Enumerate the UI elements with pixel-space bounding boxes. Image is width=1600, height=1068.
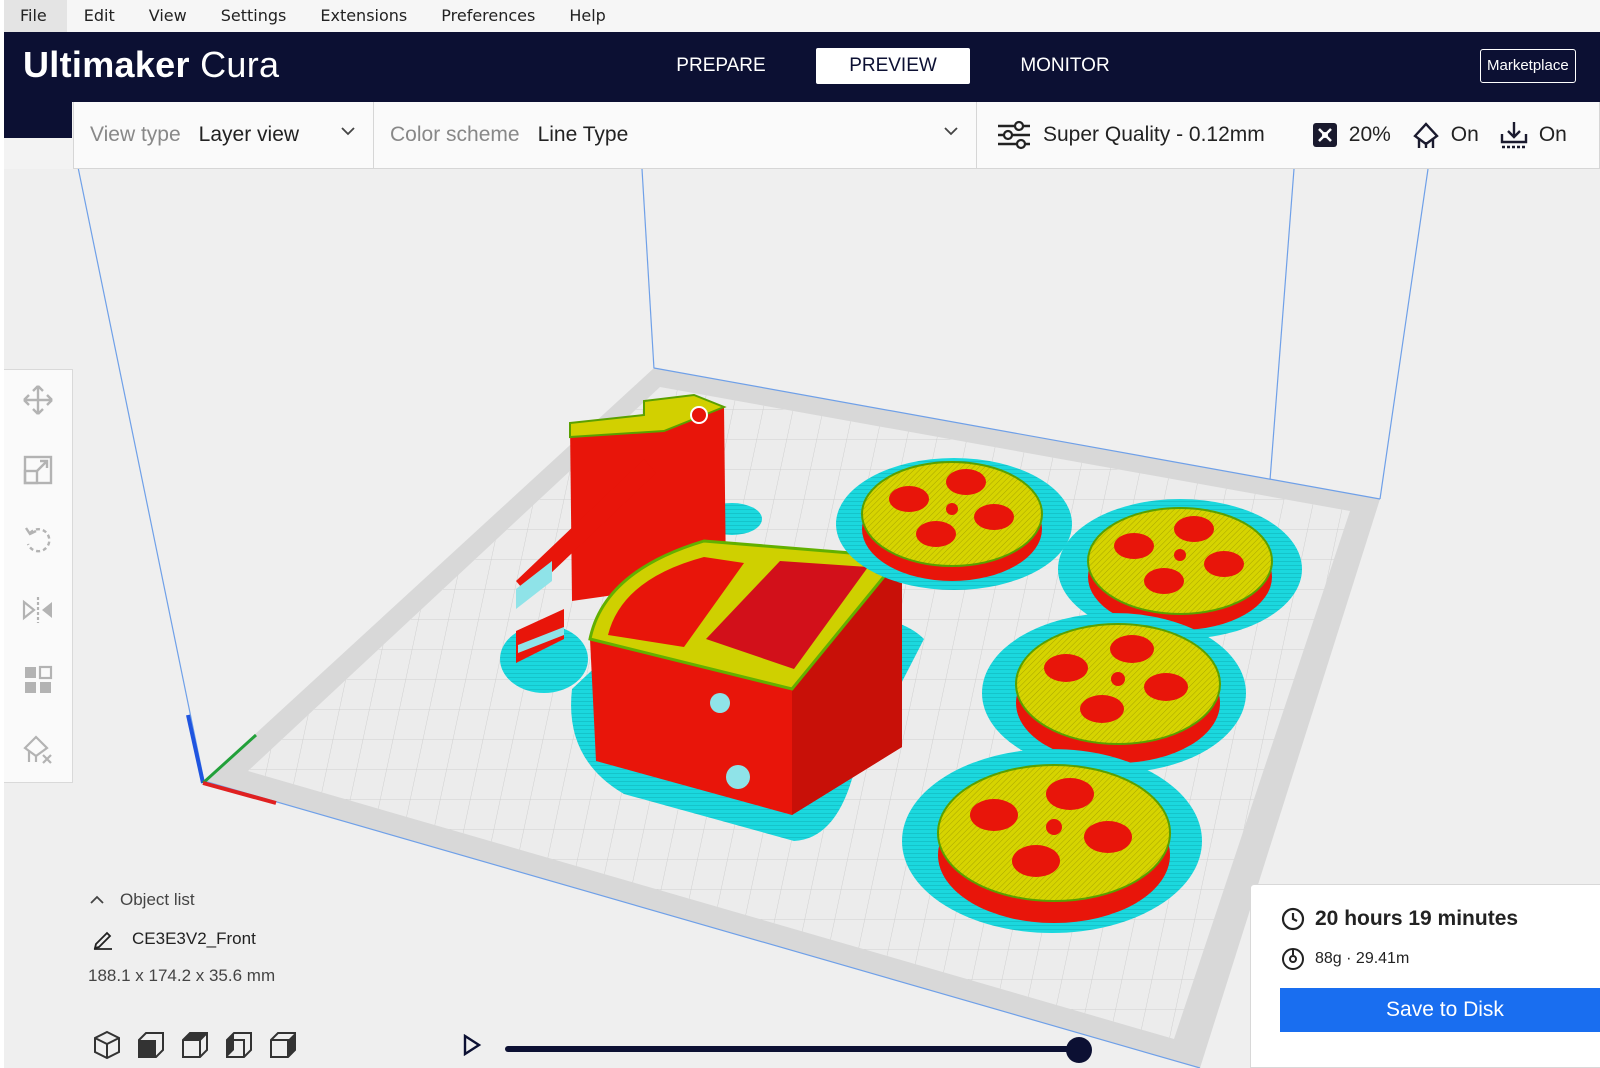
top-view-icon[interactable] — [180, 1030, 210, 1060]
view-type-dropdown[interactable]: View type Layer view — [74, 102, 374, 168]
tab-monitor[interactable]: MONITOR — [988, 48, 1142, 84]
wheel-1 — [836, 458, 1072, 590]
print-time: 20 hours 19 minutes — [1315, 907, 1519, 930]
logo-bold: Ultimaker — [23, 44, 190, 85]
view-type-value: Layer view — [198, 123, 300, 146]
chevron-down-icon — [944, 127, 958, 136]
move-icon[interactable] — [22, 384, 54, 416]
material-usage: 88g · 29.41m — [1315, 950, 1410, 967]
infill-icon — [1312, 123, 1337, 147]
object-name: CE3E3V2_Front — [132, 929, 256, 948]
material-usage-row: 88g · 29.41m — [1281, 947, 1409, 971]
menu-extensions[interactable]: Extensions — [303, 0, 424, 32]
spool-icon — [1282, 948, 1304, 970]
menu-help[interactable]: Help — [552, 0, 622, 32]
support-value: On — [1450, 123, 1479, 146]
print-time-row: 20 hours 19 minutes — [1281, 907, 1518, 931]
logo-light: Cura — [200, 44, 280, 85]
stage-tabs: PREPARE PREVIEW MONITOR — [644, 48, 1160, 84]
view-type-label: View type — [90, 123, 181, 146]
menu-view[interactable]: View — [132, 0, 204, 32]
adhesion-indicator: On — [1499, 120, 1567, 150]
object-list-item[interactable]: CE3E3V2_Front — [92, 928, 275, 950]
color-scheme-dropdown[interactable]: Color scheme Line Type — [374, 102, 977, 168]
chevron-down-icon — [341, 127, 355, 136]
support-icon — [1413, 122, 1439, 148]
object-list-toggle[interactable]: Object list — [88, 890, 275, 910]
wheel-4 — [902, 749, 1202, 933]
tab-prepare[interactable]: PREPARE — [644, 48, 798, 84]
object-dimensions: 188.1 x 174.2 x 35.6 mm — [88, 966, 276, 985]
rotate-icon[interactable] — [22, 524, 54, 556]
infill-value: 20% — [1348, 123, 1391, 146]
3d-view-icon[interactable] — [92, 1030, 122, 1060]
layer-slider-track[interactable] — [505, 1046, 1080, 1052]
left-tool-panel — [4, 369, 73, 783]
adhesion-value: On — [1538, 123, 1567, 146]
front-view-icon[interactable] — [136, 1030, 166, 1060]
layer-slider-handle[interactable] — [1066, 1037, 1092, 1063]
settings-sliders-icon — [998, 120, 1030, 150]
scale-icon[interactable] — [22, 454, 54, 486]
play-simulation-icon[interactable] — [462, 1034, 482, 1056]
menu-settings[interactable]: Settings — [204, 0, 304, 32]
print-settings-button[interactable]: Super Quality - 0.12mm 20% On On — [977, 102, 1599, 168]
tab-preview[interactable]: PREVIEW — [816, 48, 970, 84]
print-info-panel: 20 hours 19 minutes 88g · 29.41m Save to… — [1250, 884, 1600, 1068]
infill-indicator: 20% — [1311, 121, 1391, 149]
clock-icon — [1281, 907, 1305, 931]
menu-preferences[interactable]: Preferences — [424, 0, 552, 32]
object-list-header: Object list — [120, 890, 195, 909]
save-to-disk-button[interactable]: Save to Disk — [1280, 988, 1600, 1032]
right-view-icon[interactable] — [268, 1030, 298, 1060]
view-toolbar: View type Layer view Color scheme Line T… — [73, 102, 1600, 169]
object-list-panel: Object list CE3E3V2_Front 188.1 x 174.2 … — [88, 890, 275, 986]
color-scheme-value: Line Type — [537, 123, 629, 146]
adhesion-icon — [1500, 122, 1528, 149]
menu-file[interactable]: File — [0, 0, 67, 32]
wheel-3 — [982, 613, 1246, 773]
mirror-icon[interactable] — [22, 594, 54, 626]
per-model-settings-icon[interactable] — [22, 664, 54, 696]
menu-bar: File Edit View Settings Extensions Prefe… — [0, 0, 1600, 32]
marketplace-button[interactable]: Marketplace — [1480, 49, 1576, 83]
menu-edit[interactable]: Edit — [67, 0, 132, 32]
support-blocker-icon[interactable] — [22, 734, 54, 766]
quality-profile: Super Quality - 0.12mm — [1043, 123, 1265, 146]
left-view-icon[interactable] — [224, 1030, 254, 1060]
app-header: Ultimaker Cura PREPARE PREVIEW MONITOR M… — [4, 32, 1600, 102]
color-scheme-label: Color scheme — [390, 123, 520, 146]
app-logo: Ultimaker Cura — [23, 44, 279, 86]
camera-view-buttons — [92, 1030, 298, 1060]
header-extension — [4, 102, 72, 138]
chevron-up-icon — [90, 895, 104, 904]
support-indicator: On — [1411, 120, 1479, 150]
pencil-icon[interactable] — [92, 928, 114, 950]
